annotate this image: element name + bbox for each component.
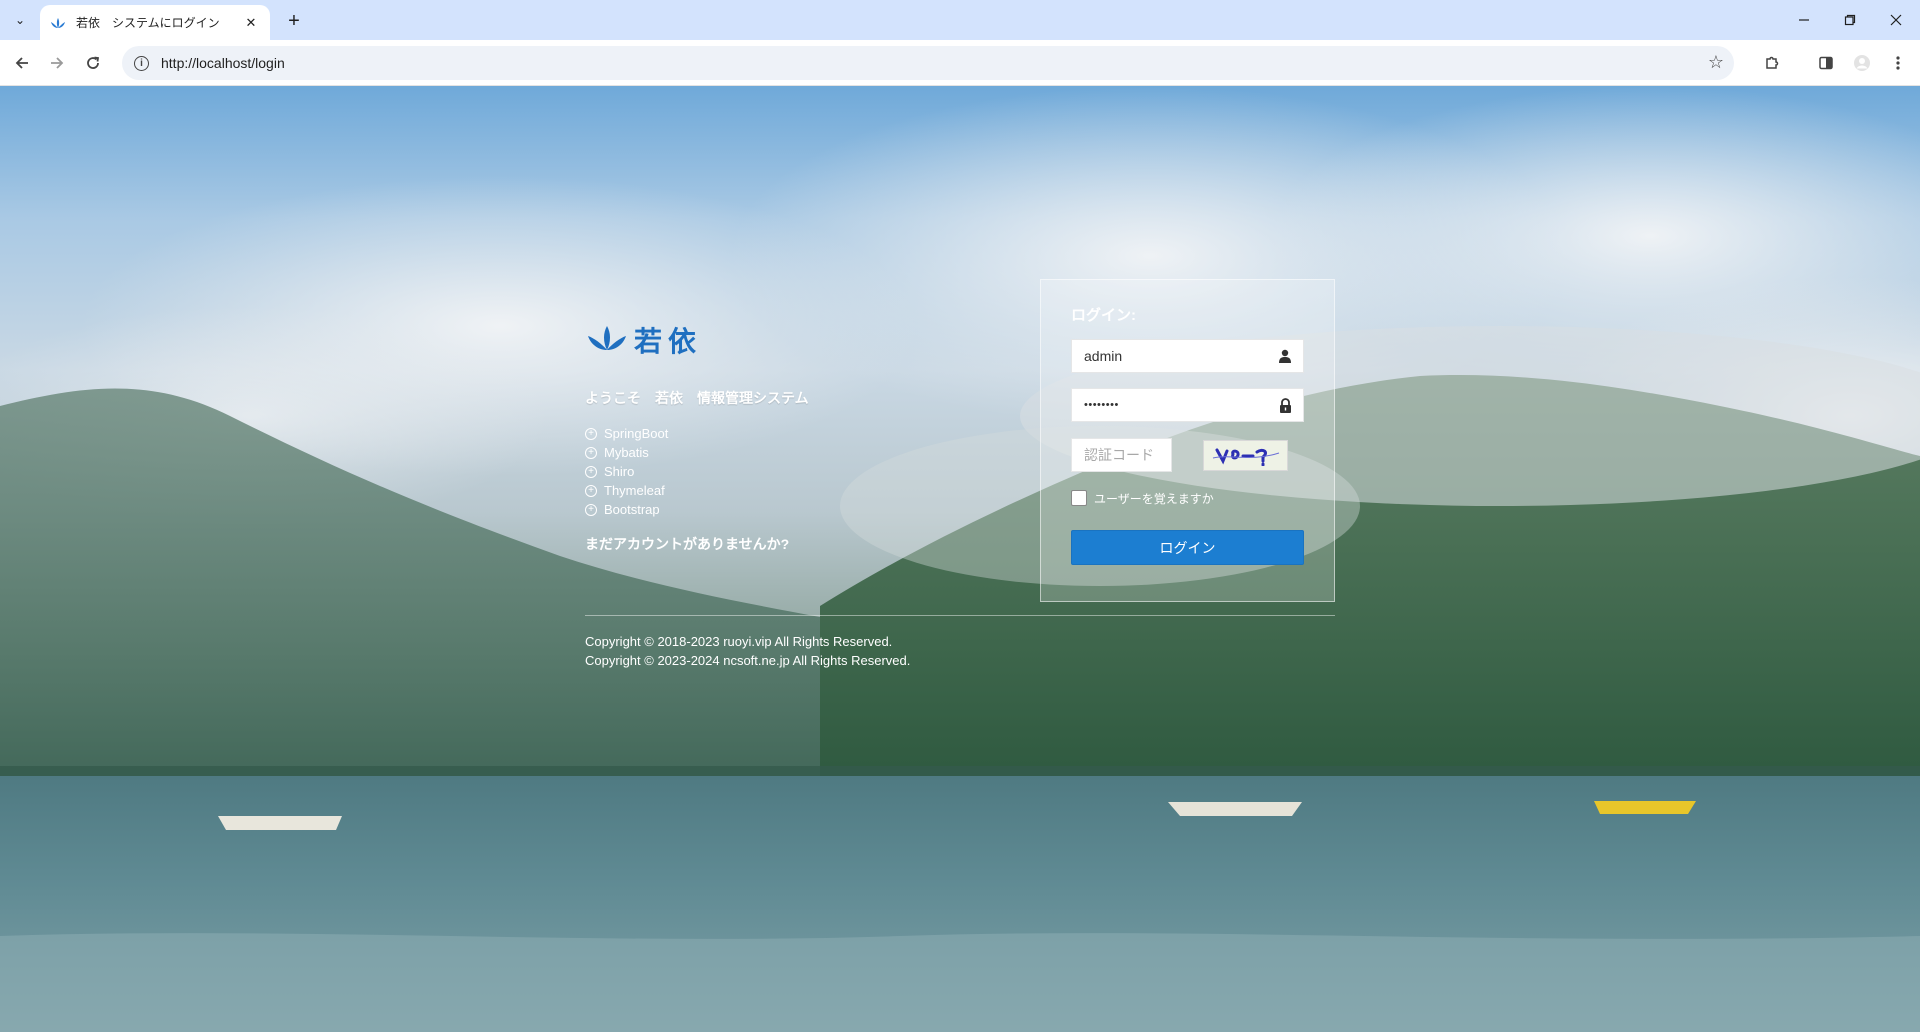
user-icon xyxy=(1277,348,1293,364)
restore-icon[interactable] xyxy=(1832,8,1868,32)
login-button[interactable]: ログイン xyxy=(1071,530,1304,565)
active-tab[interactable]: 若依 システムにログイン ✕ xyxy=(40,5,270,40)
kebab-menu-icon[interactable] xyxy=(1884,49,1912,77)
url-text[interactable]: http://localhost/login xyxy=(161,55,285,71)
username-field[interactable]: admin xyxy=(1071,339,1304,373)
password-value[interactable]: •••••••• xyxy=(1084,399,1119,411)
login-heading: ログイン: xyxy=(1071,307,1136,324)
welcome-text: ようこそ 若依 情報管理システム xyxy=(585,390,809,406)
captcha-input[interactable]: 認証コード xyxy=(1071,438,1172,472)
circle-plus-icon: + xyxy=(585,465,597,478)
username-value[interactable]: admin xyxy=(1084,348,1122,364)
remember-me[interactable]: ユーザーを覚えますか xyxy=(1071,488,1304,508)
list-item: + Bootstrap xyxy=(585,500,668,519)
list-item: + Mybatis xyxy=(585,443,668,462)
captcha-image[interactable] xyxy=(1203,439,1288,471)
background-scene xyxy=(0,86,1920,1032)
close-window-icon[interactable] xyxy=(1878,8,1914,32)
circle-plus-icon: + xyxy=(585,446,597,459)
list-item: + Thymeleaf xyxy=(585,481,668,500)
remember-label[interactable]: ユーザーを覚えますか xyxy=(1094,490,1214,507)
new-tab-button[interactable]: + xyxy=(282,9,306,33)
remember-checkbox[interactable] xyxy=(1071,490,1087,506)
reload-icon[interactable] xyxy=(79,49,107,77)
puzzle-icon[interactable] xyxy=(1758,49,1786,77)
star-icon[interactable]: ☆ xyxy=(1708,52,1724,73)
browser-toolbar: i http://localhost/login ☆ xyxy=(0,40,1920,86)
circle-plus-icon: + xyxy=(585,427,597,440)
side-panel-icon[interactable] xyxy=(1812,49,1840,77)
close-tab-icon[interactable]: ✕ xyxy=(242,14,260,32)
ruoyi-logo: 若依 xyxy=(586,320,702,360)
lotus-icon xyxy=(586,324,628,357)
tab-title: 若依 システムにログイン xyxy=(76,16,220,30)
copyright-line-2: Copyright © 2023-2024 ncsoft.ne.jp All R… xyxy=(585,653,911,668)
circle-plus-icon: + xyxy=(585,484,597,497)
logo-text: 若依 xyxy=(634,325,703,358)
arrow-left-icon[interactable] xyxy=(8,49,36,77)
password-field[interactable]: •••••••• xyxy=(1071,388,1304,422)
lotus-icon xyxy=(50,15,66,31)
login-form: ログイン: admin •••••••• 認証コード ユーザーを覚えますか ログ… xyxy=(1040,279,1335,602)
list-item: + Shiro xyxy=(585,462,668,481)
chevron-down-icon: ⌄ xyxy=(14,13,26,27)
divider xyxy=(585,615,1335,616)
no-account-link[interactable]: まだアカウントがありませんか? xyxy=(585,534,789,554)
arrow-right-icon[interactable] xyxy=(43,49,71,77)
tech-list: + SpringBoot + Mybatis + Shiro + Thymeleaf +… xyxy=(585,424,668,519)
captcha-row: 認証コード xyxy=(1071,438,1304,472)
address-bar[interactable]: i http://localhost/login ☆ xyxy=(122,46,1734,80)
copyright: Copyright © 2018-2023 ruoyi.vip All Righ… xyxy=(585,632,910,670)
circle-plus-icon: + xyxy=(585,503,597,516)
tab-strip: ⌄ 若依 システムにログイン ✕ + xyxy=(0,0,1920,40)
lock-icon xyxy=(1277,397,1293,413)
info-icon[interactable]: i xyxy=(134,55,149,71)
login-page: 若依 ようこそ 若依 情報管理システム + SpringBoot + Mybatis… xyxy=(0,86,1920,1032)
list-item: + SpringBoot xyxy=(585,424,668,443)
profile-icon[interactable] xyxy=(1848,49,1876,77)
tab-search-button[interactable]: ⌄ xyxy=(6,7,34,33)
copyright-line-1: Copyright © 2018-2023 ruoyi.vip All Righ… xyxy=(585,634,893,649)
minimize-icon[interactable] xyxy=(1786,8,1822,32)
